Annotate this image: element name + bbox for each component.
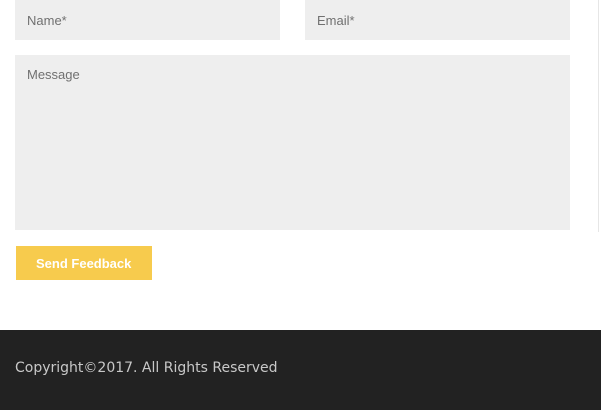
- message-field[interactable]: [15, 55, 570, 230]
- name-field[interactable]: [15, 0, 280, 40]
- copyright-text: Copyright©2017. All Rights Reserved: [15, 360, 278, 376]
- send-feedback-button[interactable]: Send Feedback: [16, 246, 152, 280]
- email-field[interactable]: [305, 0, 570, 40]
- contact-form: Send Feedback: [0, 0, 601, 330]
- divider: [598, 0, 599, 232]
- footer: Copyright©2017. All Rights Reserved: [0, 330, 601, 410]
